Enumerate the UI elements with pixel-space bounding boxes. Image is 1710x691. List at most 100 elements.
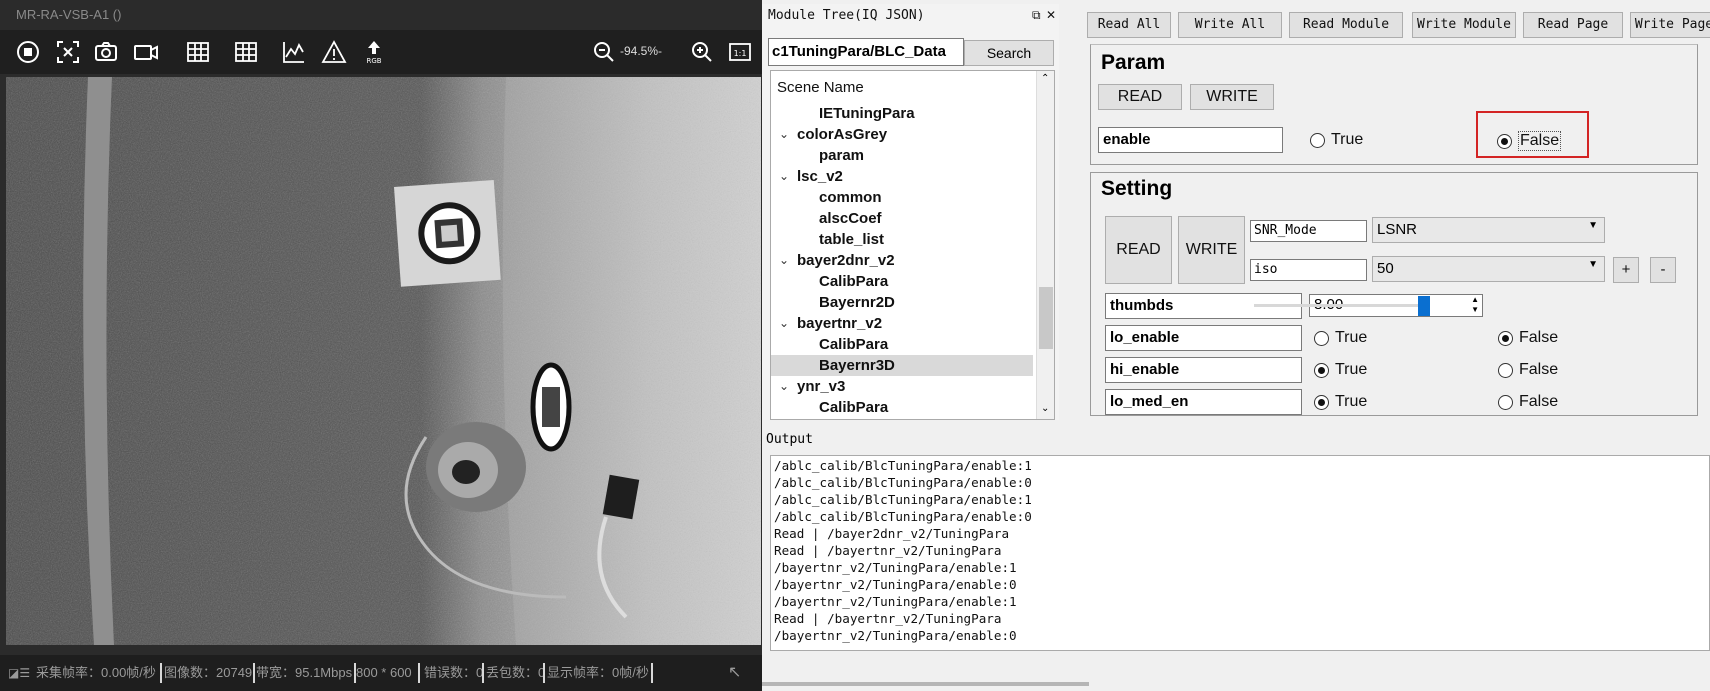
top-button[interactable]: Read All [1087, 12, 1171, 38]
top-button[interactable]: Read Module [1289, 12, 1403, 38]
module-path-input[interactable]: c1TuningPara/BLC_Data [768, 38, 964, 66]
svg-text:1:1: 1:1 [734, 49, 747, 58]
scroll-up-icon[interactable]: ⌃ [1041, 73, 1049, 84]
scroll-down-icon[interactable]: ⌄ [1041, 403, 1049, 414]
grid-icon[interactable] [182, 36, 214, 68]
tree-item[interactable]: CalibPara [771, 334, 1033, 355]
radio-label: True [1335, 361, 1368, 378]
actual-size-icon[interactable]: 1:1 [724, 36, 756, 68]
tree-scrollbar[interactable]: ⌃ ⌄ [1036, 71, 1054, 419]
setting-false-radio[interactable]: False [1498, 329, 1558, 347]
param-title: Param [1101, 51, 1166, 74]
tree-item[interactable]: param [771, 145, 1033, 166]
top-button[interactable]: Write Page [1630, 12, 1710, 38]
tree-item[interactable]: CalibPara [771, 397, 1033, 418]
setting-false-radio[interactable]: False [1498, 393, 1558, 411]
tree-item-label: bayertnr_v2 [797, 315, 883, 332]
setting-false-radio[interactable]: False [1498, 361, 1558, 379]
chevron-down-icon[interactable]: ⌄ [779, 250, 791, 271]
camera-icon[interactable] [90, 36, 122, 68]
output-label: Output [766, 432, 813, 447]
tree-item-label: ynr_v3 [797, 378, 846, 395]
tree-item[interactable]: alscCoef [771, 208, 1033, 229]
radio-label: False [1519, 361, 1559, 378]
tree-item-label: CalibPara [819, 273, 889, 290]
radio-label: False [1519, 393, 1559, 410]
iso-value: 50 [1377, 260, 1394, 277]
scene-tree[interactable]: Scene Name IETuningPara ⌄ colorAsGrey param… [770, 70, 1055, 420]
iso-select[interactable]: 50 ▼ [1372, 256, 1605, 282]
zoom-in-icon[interactable] [686, 36, 718, 68]
scroll-thumb[interactable] [762, 682, 1089, 686]
camera-image[interactable] [6, 77, 761, 645]
setting-write-button[interactable]: WRITE [1178, 216, 1245, 284]
output-line: Read | /bayertnr_v2/TuningPara [774, 611, 1002, 626]
radio-label: True [1335, 329, 1368, 346]
line-chart-icon[interactable] [278, 36, 310, 68]
video-icon[interactable] [130, 36, 162, 68]
tree-item[interactable]: CalibPara [771, 271, 1033, 292]
zoom-out-icon[interactable] [588, 36, 620, 68]
tree-item[interactable]: Bayernr3D [771, 355, 1033, 376]
viewer-status-bar: ◪☰ 采集帧率：0.00帧/秒 图像数：20749 带宽：95.1Mbps 80… [0, 655, 762, 691]
output-line: /ablc_calib/BlcTuningPara/enable:1 [774, 492, 1032, 507]
tree-item[interactable]: ⌄ ynr_v3 [771, 376, 1033, 397]
viewer-title: MR-RA-VSB-A1 () [0, 0, 762, 30]
viewer-toolbar: RGB -94.5%- 1:1 [0, 30, 762, 74]
spin-arrows-icon[interactable]: ▲ ▼ [1471, 295, 1479, 315]
chevron-down-icon[interactable]: ⌄ [779, 313, 791, 334]
highlight-box [1476, 111, 1589, 158]
chevron-down-icon[interactable]: ⌄ [779, 376, 791, 397]
rgb-label: RGB [366, 57, 381, 65]
chevron-down-icon[interactable]: ⌄ [779, 166, 791, 187]
tree-item[interactable]: ⌄ bayertnr_v2 [771, 313, 1033, 334]
radio-label: False [1519, 329, 1559, 346]
setting-true-radio[interactable]: True [1314, 329, 1367, 347]
tree-item[interactable]: ⌄ bayer2dnr_v2 [771, 250, 1033, 271]
param-write-button[interactable]: WRITE [1190, 84, 1274, 110]
setting-true-radio[interactable]: True [1314, 361, 1367, 379]
top-button-bar: Read All Write All Read Module Write Module… [1072, 12, 1710, 40]
radio-label: True [1335, 393, 1368, 410]
warning-icon[interactable] [318, 36, 350, 68]
top-button[interactable]: Write Module [1412, 12, 1516, 38]
tree-item[interactable]: Bayernr2D [771, 292, 1033, 313]
scroll-thumb[interactable] [1039, 287, 1053, 349]
remove-button[interactable]: - [1650, 257, 1676, 283]
setting-field: lo_med_en [1105, 389, 1302, 415]
tree-item-label: colorAsGrey [797, 126, 888, 143]
setting-true-radio[interactable]: True [1314, 393, 1367, 411]
grid-icon[interactable] [230, 36, 262, 68]
tree-item[interactable]: ⌄ colorAsGrey [771, 124, 1033, 145]
tree-item-label: table_list [819, 231, 885, 248]
top-button[interactable]: Read Page [1523, 12, 1623, 38]
tree-item[interactable]: ⌄ lsc_v2 [771, 166, 1033, 187]
chevron-down-icon: ▼ [1588, 259, 1598, 270]
output-line: Read | /bayer2dnr_v2/TuningPara [774, 526, 1010, 541]
rgb-upload-icon[interactable]: RGB [358, 36, 390, 68]
top-button[interactable]: Write All [1178, 12, 1282, 38]
tree-item[interactable]: common [771, 187, 1033, 208]
tree-item-label: bayer2dnr_v2 [797, 252, 895, 269]
float-icon[interactable]: ⧉ [1032, 8, 1041, 23]
zoom-level: -94.5%- [620, 44, 663, 58]
fit-screen-icon[interactable] [52, 36, 84, 68]
thumbds-slider-track[interactable] [1254, 304, 1424, 307]
chevron-down-icon[interactable]: ⌄ [779, 124, 791, 145]
horizontal-scrollbar[interactable] [762, 680, 1710, 688]
thumbds-slider-handle[interactable] [1418, 296, 1430, 316]
add-button[interactable]: + [1613, 257, 1639, 283]
search-button[interactable]: Search [964, 40, 1054, 66]
param-true-radio[interactable]: True [1310, 131, 1363, 149]
setting-read-button[interactable]: READ [1105, 216, 1172, 284]
param-read-button[interactable]: READ [1098, 84, 1182, 110]
snr-mode-select[interactable]: LSNR ▼ [1372, 217, 1605, 243]
tree-item[interactable]: IETuningPara [771, 103, 1033, 124]
stop-icon[interactable] [12, 36, 44, 68]
setting-title: Setting [1101, 177, 1173, 200]
tree-item-label: param [819, 147, 865, 164]
close-icon[interactable]: ✕ [1046, 8, 1056, 22]
tree-item[interactable]: table_list [771, 229, 1033, 250]
expand-icon[interactable]: ↖ [728, 655, 741, 691]
output-log[interactable]: /ablc_calib/BlcTuningPara/enable:1/ablc_… [770, 455, 1710, 651]
